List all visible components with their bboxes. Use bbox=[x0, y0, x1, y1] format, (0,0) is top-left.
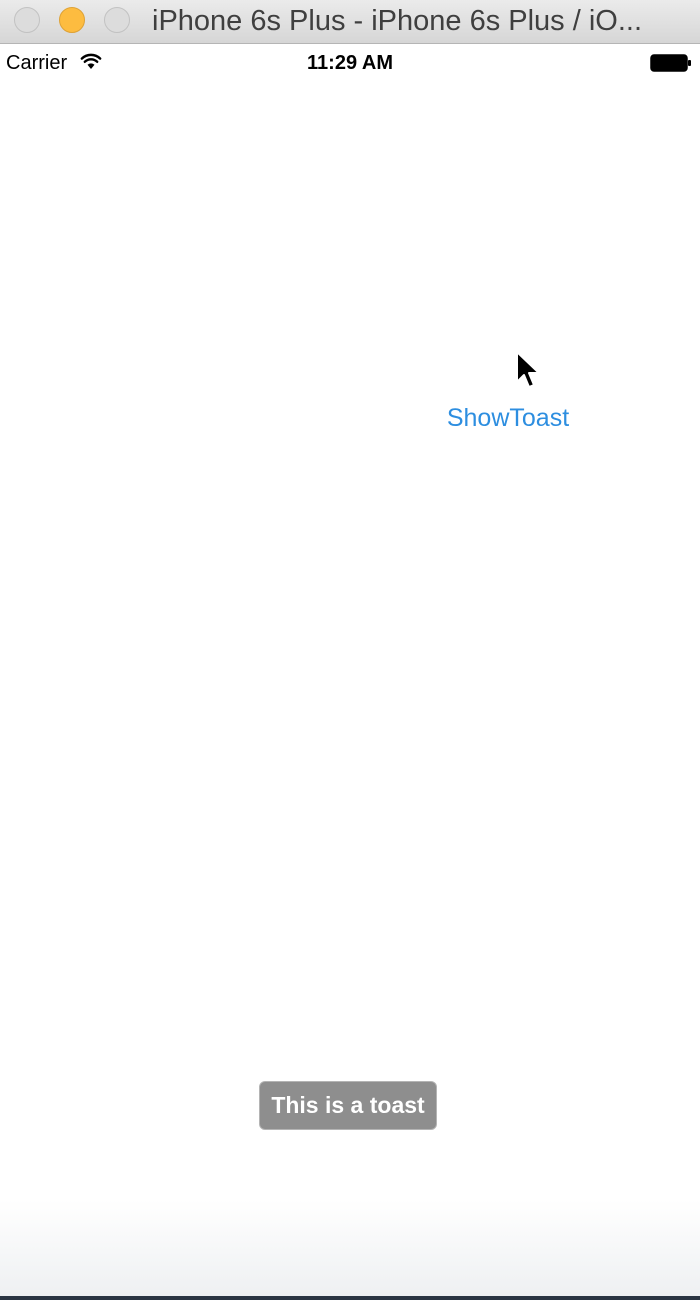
bottom-gradient bbox=[0, 1200, 700, 1296]
show-toast-button[interactable]: ShowToast bbox=[436, 398, 580, 438]
minimize-window-button[interactable] bbox=[59, 7, 85, 33]
desktop-edge bbox=[0, 1296, 700, 1300]
mouse-cursor-icon bbox=[516, 351, 540, 388]
ios-status-bar: Carrier 11:29 AM bbox=[0, 44, 700, 82]
status-time: 11:29 AM bbox=[307, 52, 393, 74]
toast-message: This is a toast bbox=[259, 1081, 437, 1130]
window-title: iPhone 6s Plus - iPhone 6s Plus / iO... bbox=[152, 5, 643, 37]
close-window-button[interactable] bbox=[14, 7, 40, 33]
window-titlebar[interactable]: iPhone 6s Plus - iPhone 6s Plus / iO... bbox=[0, 0, 700, 44]
simulator-window: iPhone 6s Plus - iPhone 6s Plus / iO... … bbox=[0, 0, 700, 1300]
battery-icon bbox=[650, 54, 691, 72]
zoom-window-button[interactable] bbox=[104, 7, 130, 33]
